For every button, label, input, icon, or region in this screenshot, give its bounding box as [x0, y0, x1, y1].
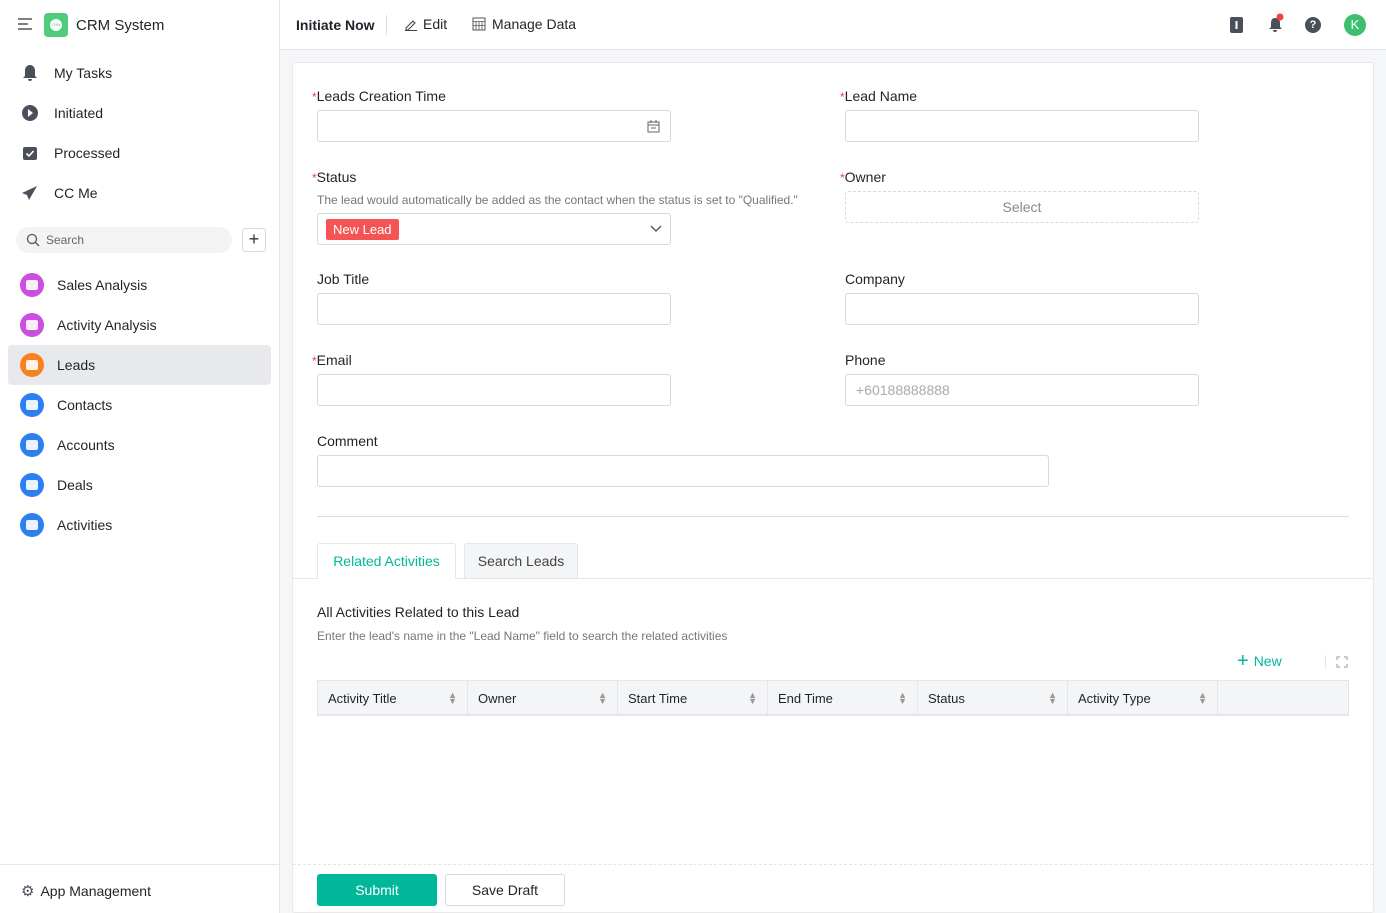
lead-name-input[interactable] — [845, 110, 1199, 142]
status-select[interactable]: New Lead — [317, 213, 671, 245]
sidebar-item-my-tasks[interactable]: My Tasks — [20, 63, 112, 83]
calendar-icon — [647, 119, 660, 132]
sidebar-item-initiated[interactable]: Initiated — [20, 103, 103, 123]
activities-hint: Enter the lead's name in the "Lead Name"… — [317, 629, 728, 643]
menu-icon[interactable] — [18, 17, 34, 31]
divider — [317, 516, 1349, 517]
email-label: *Email — [312, 352, 352, 368]
add-app-button[interactable]: + — [242, 228, 266, 252]
save-draft-button[interactable]: Save Draft — [445, 874, 565, 906]
company-input[interactable] — [845, 293, 1199, 325]
form-card: *Leads Creation Time *Lead Name *Status … — [292, 62, 1374, 913]
send-icon — [22, 186, 37, 200]
owner-select[interactable]: Select — [845, 191, 1199, 223]
comment-label: Comment — [317, 433, 378, 449]
sidebar-app-accounts[interactable]: Accounts — [8, 425, 271, 465]
help-icon[interactable]: ? — [1305, 17, 1321, 33]
comment-input[interactable] — [317, 455, 1049, 487]
status-hint: The lead would automatically be added as… — [317, 193, 798, 207]
sidebar-app-activity-analysis[interactable]: Activity Analysis — [8, 305, 271, 345]
app-icon — [20, 393, 44, 417]
activities-title: All Activities Related to this Lead — [317, 604, 520, 620]
activities-table-header: Activity Title ▲ ▼ Owner ▲ ▼ Start Time ▲ ▼ End T… — [317, 680, 1349, 716]
status-label: *Status — [312, 169, 357, 185]
divider — [386, 15, 387, 35]
sort-icon: ▲ ▼ — [1048, 690, 1057, 706]
app-icon — [20, 473, 44, 497]
sort-icon: ▲ ▼ — [748, 690, 757, 706]
sidebar-app-deals[interactable]: Deals — [8, 465, 271, 505]
sidebar-app-leads[interactable]: Leads — [8, 345, 271, 385]
divider — [1325, 655, 1326, 669]
lead-name-label: *Lead Name — [840, 88, 918, 104]
tab-related-activities[interactable]: Related Activities — [317, 543, 456, 579]
tab-search-leads[interactable]: Search Leads — [464, 543, 578, 578]
sidebar-item-processed[interactable]: Processed — [20, 143, 120, 163]
manage-data-button[interactable]: Manage Data — [472, 16, 576, 32]
email-input[interactable] — [317, 374, 671, 406]
app-management-link[interactable]: ⚙ App Management — [21, 882, 151, 900]
check-box-icon — [23, 147, 37, 160]
sidebar-app-activities[interactable]: Activities — [8, 505, 271, 545]
app-logo: CRM — [44, 13, 68, 37]
phone-input[interactable]: +60188888888 — [845, 374, 1199, 406]
phone-label: Phone — [845, 352, 886, 368]
column-header[interactable]: End Time ▲ ▼ — [768, 681, 918, 715]
sidebar: CRM CRM System My Tasks Initiated Proces… — [0, 0, 280, 913]
top-bar: Initiate Now Edit Manage Data ? K — [280, 0, 1386, 50]
column-header[interactable]: Status ▲ ▼ — [918, 681, 1068, 715]
new-activity-button[interactable]: + New — [1237, 650, 1282, 672]
page-title: Initiate Now — [296, 17, 375, 33]
sidebar-item-cc-me[interactable]: CC Me — [20, 183, 98, 203]
app-icon — [20, 273, 44, 297]
play-icon — [22, 105, 38, 121]
avatar[interactable]: K — [1344, 14, 1366, 36]
divider — [0, 864, 279, 865]
sort-icon: ▲ ▼ — [898, 690, 907, 706]
bell-icon — [23, 65, 37, 81]
app-icon — [20, 513, 44, 537]
pencil-icon — [405, 20, 417, 31]
edit-button[interactable]: Edit — [404, 16, 447, 32]
chevron-down-icon — [650, 225, 662, 232]
sidebar-app-contacts[interactable]: Contacts — [8, 385, 271, 425]
sidebar-app-sales-analysis[interactable]: Sales Analysis — [8, 265, 271, 305]
app-icon — [20, 353, 44, 377]
sort-icon: ▲ ▼ — [448, 690, 457, 706]
creation-time-label: *Leads Creation Time — [312, 88, 446, 104]
notification-bell-icon[interactable] — [1267, 13, 1285, 33]
search-input[interactable]: Search — [16, 227, 232, 253]
app-icon — [20, 313, 44, 337]
app-icon — [20, 433, 44, 457]
plus-icon: + — [1237, 650, 1249, 672]
status-tag: New Lead — [326, 218, 399, 240]
column-header[interactable]: Activity Title ▲ ▼ — [318, 681, 468, 715]
gear-icon: ⚙ — [21, 883, 35, 900]
app-title: CRM System — [76, 17, 165, 34]
sort-icon: ▲ ▼ — [1198, 690, 1207, 706]
company-label: Company — [845, 271, 905, 287]
column-header[interactable]: Start Time ▲ ▼ — [618, 681, 768, 715]
sort-icon: ▲ ▼ — [598, 690, 607, 706]
creation-time-input[interactable] — [317, 110, 671, 142]
notebook-icon[interactable] — [1229, 17, 1244, 33]
column-header[interactable]: Owner ▲ ▼ — [468, 681, 618, 715]
job-title-input[interactable] — [317, 293, 671, 325]
job-title-label: Job Title — [317, 271, 370, 287]
divider — [293, 864, 1373, 865]
submit-button[interactable]: Submit — [317, 874, 437, 906]
search-icon — [26, 233, 40, 247]
table-icon — [472, 17, 486, 31]
fullscreen-icon[interactable] — [1336, 656, 1348, 668]
owner-label: *Owner — [840, 169, 886, 185]
column-header[interactable]: Activity Type ▲ ▼ — [1068, 681, 1218, 715]
